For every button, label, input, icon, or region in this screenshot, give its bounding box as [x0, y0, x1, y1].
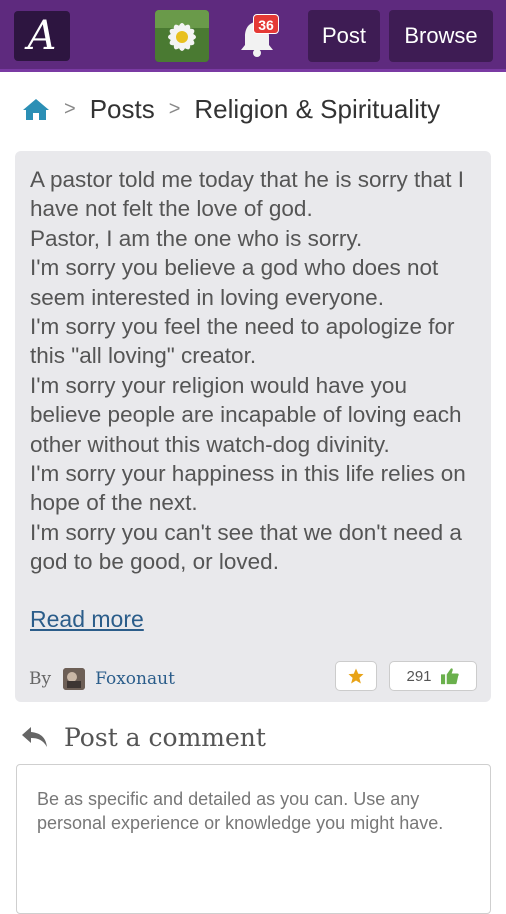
post-line: I'm sorry you feel the need to apologize…: [30, 314, 455, 369]
post-line: I'm sorry you believe a god who does not…: [30, 255, 439, 310]
post-line: Pastor, I am the one who is sorry.: [30, 225, 363, 251]
thumbs-up-icon: [440, 668, 459, 685]
star-icon: [348, 668, 364, 684]
author-link[interactable]: Foxonaut: [95, 669, 175, 689]
chevron-right-icon: >: [168, 97, 181, 120]
comment-input[interactable]: [16, 764, 491, 914]
post-line: A pastor told me today that he is sorry …: [30, 167, 464, 222]
comment-heading-row: Post a comment: [20, 718, 266, 756]
post-line: I'm sorry your happiness in this life re…: [30, 461, 466, 516]
post-author-row: By Foxonaut: [29, 665, 175, 693]
site-logo[interactable]: A: [14, 11, 70, 61]
comment-heading: Post a comment: [64, 722, 266, 752]
reply-icon: [22, 727, 47, 747]
browse-button[interactable]: Browse: [389, 10, 493, 62]
like-count: 291: [406, 667, 432, 685]
favorite-button[interactable]: [335, 661, 377, 691]
post-body: A pastor told me today that he is sorry …: [30, 165, 480, 577]
post-card: A pastor told me today that he is sorry …: [15, 151, 491, 702]
breadcrumb-category[interactable]: Religion & Spirituality: [194, 94, 440, 125]
chevron-right-icon: >: [64, 97, 76, 120]
by-label: By: [29, 669, 52, 689]
post-button[interactable]: Post: [308, 10, 380, 62]
breadcrumb-posts[interactable]: Posts: [90, 94, 155, 125]
read-more-link[interactable]: Read more: [30, 606, 144, 633]
home-icon[interactable]: [22, 97, 50, 121]
breadcrumb: > Posts > Religion & Spirituality: [22, 88, 440, 130]
user-avatar-button[interactable]: [155, 10, 209, 62]
daisy-avatar-icon: [155, 10, 209, 62]
top-bar: A 36 Post Browse: [0, 0, 506, 72]
like-button[interactable]: 291: [389, 661, 477, 691]
logo-letter: A: [27, 13, 57, 59]
notification-count-badge: 36: [253, 14, 279, 34]
post-line: I'm sorry your religion would have you b…: [30, 372, 462, 457]
author-avatar-icon[interactable]: [63, 668, 86, 690]
post-line: I'm sorry you can't see that we don't ne…: [30, 519, 462, 575]
